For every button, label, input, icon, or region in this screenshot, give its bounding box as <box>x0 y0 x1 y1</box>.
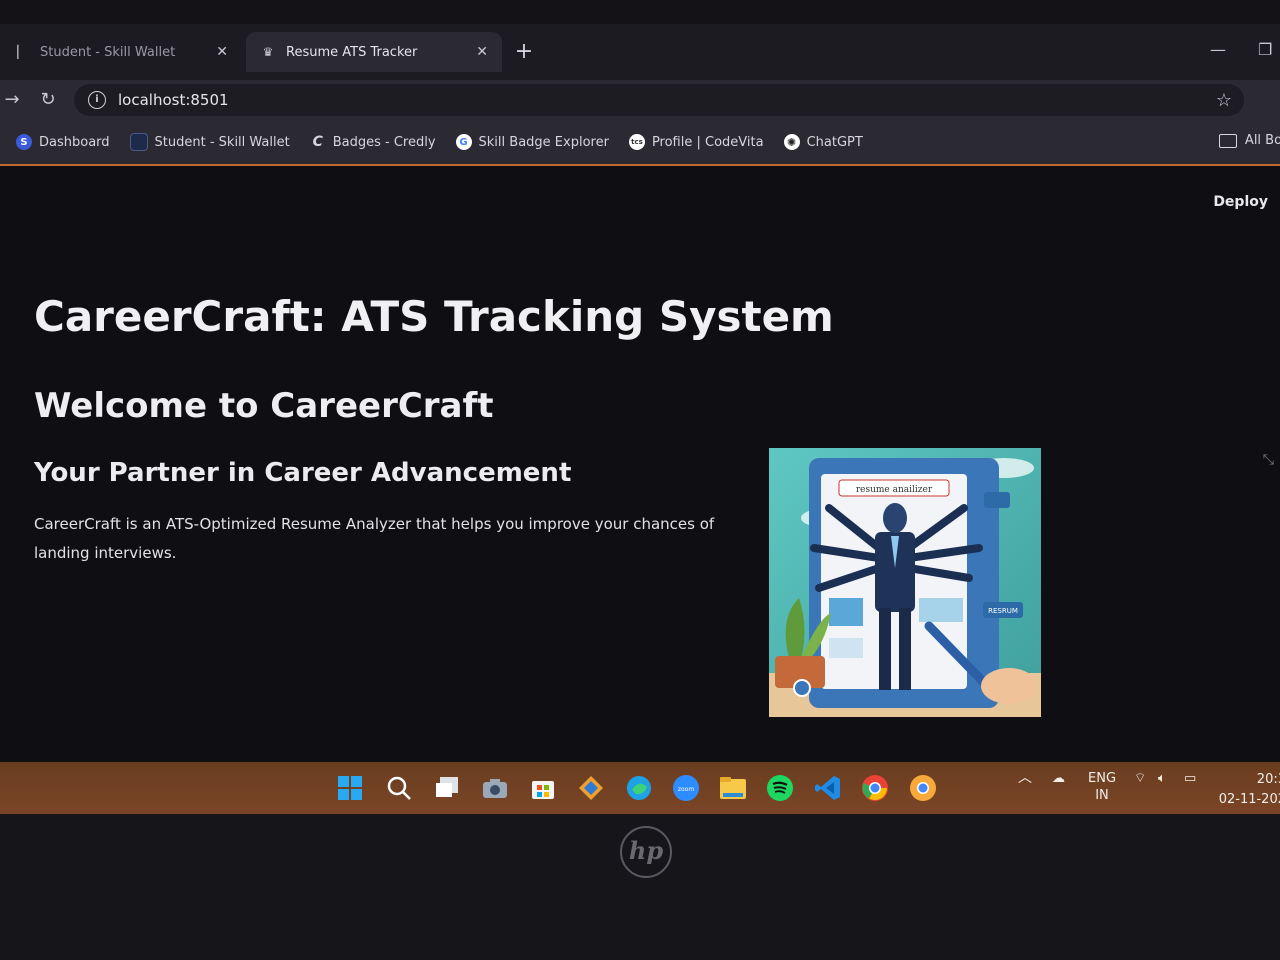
chrome-icon[interactable] <box>861 774 889 802</box>
language-code: ENG <box>1088 771 1117 786</box>
chrome-canary-icon[interactable] <box>909 774 937 802</box>
skillwallet-s-icon: S <box>16 134 32 150</box>
clock-date: 02-11-202 <box>1218 792 1280 807</box>
svg-text:zoom: zoom <box>678 786 694 793</box>
credly-icon: C <box>312 134 323 150</box>
camera-icon[interactable] <box>481 774 509 802</box>
close-icon[interactable]: ✕ <box>216 44 228 60</box>
welcome-heading: Welcome to CareerCraft <box>34 386 494 426</box>
spotify-icon[interactable] <box>766 774 794 802</box>
hp-logo: hp <box>620 826 672 878</box>
bookmark-label: Student - Skill Wallet <box>154 134 290 150</box>
tagline-heading: Your Partner in Career Advancement <box>34 458 572 488</box>
volume-icon[interactable]: 🔈︎ <box>1158 770 1166 787</box>
close-icon[interactable]: ✕ <box>476 44 488 60</box>
windows-taskbar: zoom ︿ ☁ ENG IN ⌔ 🔈︎ ▭ 20:3 02-11-202 <box>0 762 1280 814</box>
svg-text:RESRUM: RESRUM <box>988 607 1018 615</box>
browser-toolbar: → ↻ i localhost:8501 ☆ <box>0 80 1280 120</box>
file-explorer-icon[interactable] <box>719 774 747 802</box>
forward-icon[interactable]: → <box>0 88 24 112</box>
region-code: IN <box>1095 788 1109 803</box>
folder-icon <box>1218 133 1237 148</box>
bookmark-student-skill-wallet[interactable]: Student - Skill Wallet <box>129 133 290 151</box>
tab-title: Resume ATS Tracker <box>286 44 418 60</box>
deploy-button[interactable]: Deploy <box>1213 194 1268 210</box>
skillwallet-icon <box>129 133 148 151</box>
tcs-icon: tcs <box>628 134 645 150</box>
edge-icon[interactable] <box>625 774 653 802</box>
bookmark-label: ChatGPT <box>806 134 863 150</box>
bookmark-label: Dashboard <box>39 134 110 150</box>
bookmark-profile-codevita[interactable]: tcs Profile | CodeVita <box>628 134 764 150</box>
language-indicator[interactable]: ENG IN <box>1088 770 1116 804</box>
streamlit-app: Deploy CareerCraft: ATS Tracking System … <box>0 166 1280 762</box>
browser-tab-strip: ▏ Student - Skill Wallet ✕ ♛ Resume ATS … <box>0 24 1280 80</box>
illustration-caption: resume anailizer <box>856 485 933 495</box>
bookmark-badges-credly[interactable]: C Badges - Credly <box>310 134 436 150</box>
fullscreen-expand-icon[interactable]: ⤡ <box>1263 452 1274 468</box>
bookmark-star-icon[interactable]: ☆ <box>1216 90 1232 111</box>
windows-start-icon[interactable] <box>336 774 364 802</box>
microsoft-store-icon[interactable] <box>529 774 557 802</box>
zoom-icon[interactable]: zoom <box>672 774 700 802</box>
bookmark-dashboard[interactable]: S Dashboard <box>16 134 110 150</box>
description-text: CareerCraft is an ATS-Optimized Resume A… <box>34 515 715 562</box>
tab-favicon-icon: ▏ <box>17 45 27 59</box>
google-icon: G <box>455 134 472 150</box>
onedrive-cloud-icon[interactable]: ☁ <box>1052 770 1065 787</box>
tab-title: Student - Skill Wallet <box>40 44 176 60</box>
bookmark-label: Profile | CodeVita <box>651 134 764 150</box>
all-bookmarks-label: All Boo <box>1244 133 1280 148</box>
battery-icon[interactable]: ▭ <box>1184 770 1196 787</box>
resume-analyzer-illustration: resume anailizer RESRUM <box>769 448 1041 717</box>
taskbar-clock[interactable]: 20:3 02-11-202 <box>1219 770 1280 810</box>
clock-time: 20:3 <box>1256 772 1280 787</box>
tab-student-skill-wallet[interactable]: ▏ Student - Skill Wallet ✕ <box>0 32 242 72</box>
tab-resume-ats-tracker[interactable]: ♛ Resume ATS Tracker ✕ <box>246 32 502 72</box>
bookmark-chatgpt[interactable]: ✺ ChatGPT <box>783 134 863 150</box>
url-text: localhost:8501 <box>118 91 229 109</box>
bookmarks-bar: S Dashboard Student - Skill Wallet C Bad… <box>0 120 1280 166</box>
bookmark-label: Badges - Credly <box>332 134 436 150</box>
search-icon[interactable] <box>385 774 413 802</box>
chatgpt-icon: ✺ <box>783 134 800 150</box>
new-tab-button[interactable]: + <box>512 38 536 66</box>
reload-icon[interactable]: ↻ <box>36 88 60 112</box>
laptop-bezel-top <box>0 0 1280 24</box>
all-bookmarks-button[interactable]: All Boo <box>1218 133 1280 148</box>
task-view-icon[interactable] <box>433 774 461 802</box>
show-hidden-icons-chevron[interactable]: ︿ <box>1018 770 1032 787</box>
git-icon[interactable] <box>577 774 605 802</box>
streamlit-crown-icon: ♛ <box>262 45 274 59</box>
minimize-icon[interactable]: — <box>1210 40 1226 59</box>
bookmark-skill-badge-explorer[interactable]: G Skill Badge Explorer <box>455 134 609 150</box>
vscode-icon[interactable] <box>814 774 842 802</box>
wifi-icon[interactable]: ⌔ <box>1134 770 1146 787</box>
restore-icon[interactable]: ❐ <box>1258 40 1272 59</box>
address-bar[interactable]: i localhost:8501 ☆ <box>74 84 1244 116</box>
page-title: CareerCraft: ATS Tracking System <box>34 292 834 341</box>
bookmark-label: Skill Badge Explorer <box>478 134 609 150</box>
site-info-icon[interactable]: i <box>88 91 106 109</box>
